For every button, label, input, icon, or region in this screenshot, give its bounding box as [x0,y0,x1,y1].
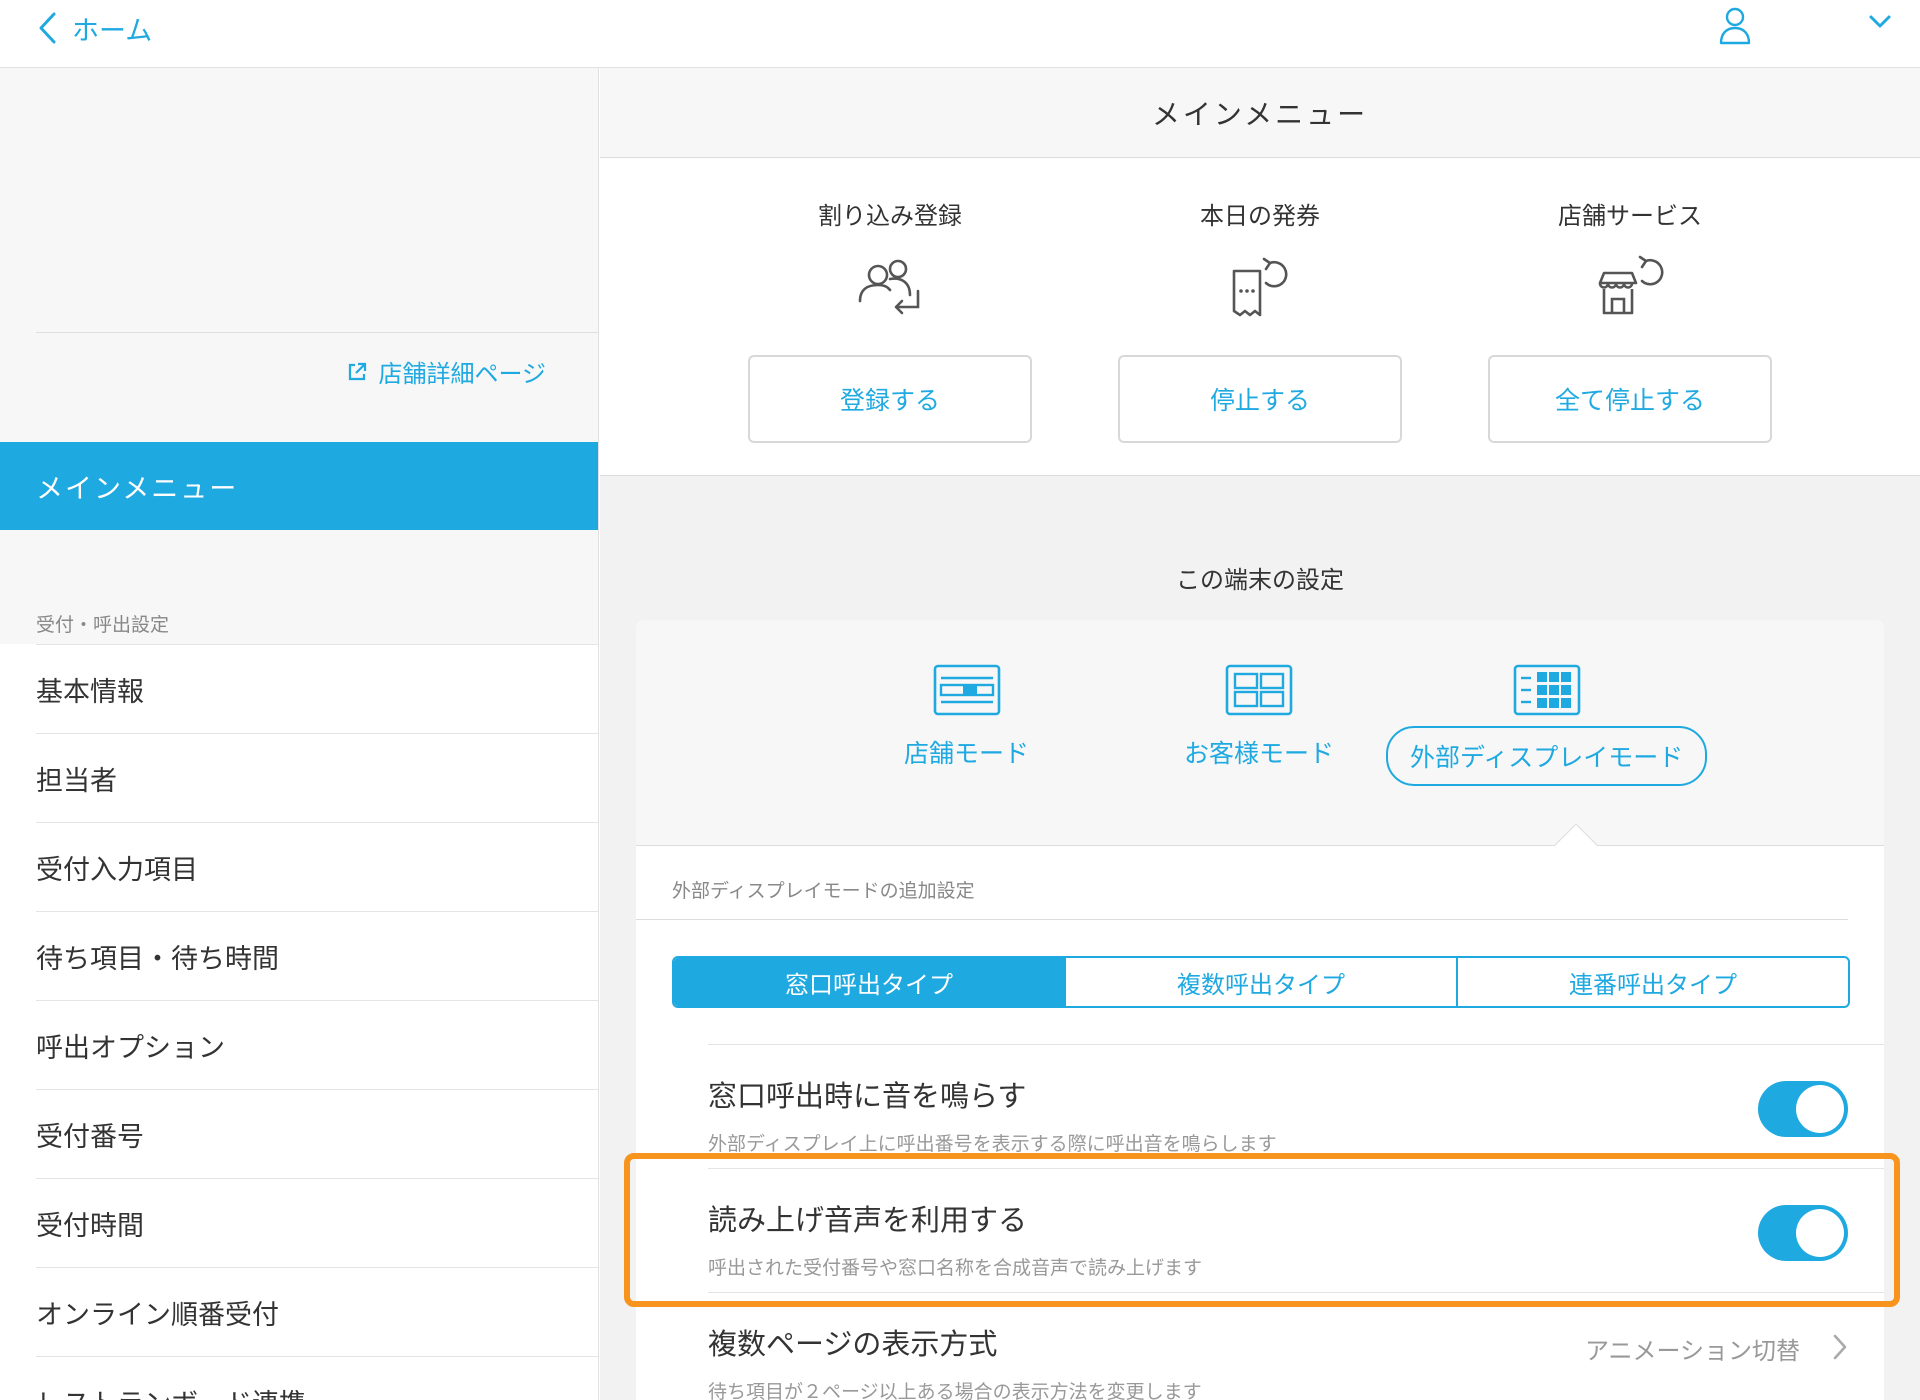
device-settings-title: この端末の設定 [1176,566,1344,594]
sidebar-item[interactable]: レストランボード連携 [36,1356,598,1400]
setting-value: アニメーション切替 [1584,1337,1800,1365]
stop-ticketing-button[interactable]: 停止する [1118,355,1402,443]
chevron-down-icon[interactable] [1868,14,1892,30]
mode-selector: 店舗モード お客様モード 外部ディスプレイモード [636,620,1884,869]
sidebar-section-label: 受付・呼出設定 [36,614,170,636]
setting-desc: 呼出された受付番号や窓口名称を合成音声で読み上げます [708,1257,1203,1279]
chevron-right-icon [1833,1334,1847,1360]
sidebar-item[interactable]: 呼出オプション [36,1000,598,1089]
sidebar-item[interactable]: 受付時間 [36,1178,598,1267]
call-sound-toggle[interactable] [1758,1081,1848,1137]
mode-external-display[interactable]: 外部ディスプレイモード [1386,664,1708,786]
action-ticketing: 本日の発券 停止する [1118,158,1402,443]
user-icon[interactable] [1718,6,1752,46]
register-button[interactable]: 登録する [748,355,1032,443]
stop-all-button[interactable]: 全て停止する [1488,355,1772,443]
sidebar-item[interactable]: 基本情報 [36,644,598,733]
mode-store[interactable]: 店舗モード [904,664,1029,770]
back-label: ホーム [72,15,153,47]
action-title: 割り込み登録 [818,202,962,230]
store-detail-link[interactable]: 店舗詳細ページ [346,354,546,389]
setting-desc: 待ち項目が２ページ以上ある場合の表示方法を変更します [708,1381,1202,1400]
setting-desc: 外部ディスプレイ上に呼出番号を表示する際に呼出音を鳴らします [708,1133,1277,1155]
page-title: メインメニュー [600,68,1920,158]
ticket-refresh-icon [1232,257,1288,317]
voice-readout-toggle[interactable] [1758,1205,1848,1261]
sidebar-item-main-menu[interactable]: メインメニュー [0,442,598,530]
store-mode-icon [933,664,1000,716]
people-swap-icon [858,259,920,315]
sidebar: 店舗詳細ページ メインメニュー 受付・呼出設定 基本情報 担当者 受付入力項目 … [0,68,599,1400]
customer-mode-icon [1225,664,1293,716]
action-interrupt: 割り込み登録 登録する [748,158,1032,443]
segment-sequential-call[interactable]: 連番呼出タイプ [1456,958,1848,1006]
back-button[interactable]: ホーム [38,8,152,48]
call-type-segmented-control: 窓口呼出タイプ 複数呼出タイプ 連番呼出タイプ [672,956,1850,1008]
sidebar-item[interactable]: 担当者 [36,733,598,822]
setting-row-page-display[interactable]: 複数ページの表示方式 待ち項目が２ページ以上ある場合の表示方法を変更します アニ… [708,1292,1884,1400]
action-store-service: 店舗サービス 全て停止する [1488,158,1772,443]
setting-row-call-sound: 窓口呼出時に音を鳴らす 外部ディスプレイ上に呼出番号を表示する際に呼出音を鳴らし… [708,1044,1884,1168]
extra-settings-label: 外部ディスプレイモードの追加設定 [672,880,975,902]
mode-label: お客様モード [1184,739,1335,768]
setting-title: 窓口呼出時に音を鳴らす [708,1079,1027,1113]
sidebar-item[interactable]: 受付入力項目 [36,822,598,911]
mode-label: 店舗モード [904,739,1030,768]
settings-divider [636,919,1848,920]
mode-customer[interactable]: お客様モード [1184,664,1334,770]
mode-label-selected: 外部ディスプレイモード [1386,726,1708,786]
action-title: 店舗サービス [1558,202,1702,230]
sidebar-list: 基本情報 担当者 受付入力項目 待ち項目・待ち時間 呼出オプション 受付番号 受… [0,644,598,1400]
setting-title: 複数ページの表示方式 [708,1327,998,1361]
sidebar-item[interactable]: 受付番号 [36,1089,598,1178]
toggle-knob [1796,1209,1844,1257]
main-menu-panel: 割り込み登録 登録する 本日の発券 停止する 店舗サービス 全て停止する [600,158,1920,476]
top-bar: ホーム [0,0,1920,68]
action-title: 本日の発券 [1200,202,1320,230]
extra-settings-panel: 外部ディスプレイモードの追加設定 窓口呼出タイプ 複数呼出タイプ 連番呼出タイプ… [636,846,1884,1400]
segment-multi-call[interactable]: 複数呼出タイプ [1064,958,1456,1006]
sidebar-item[interactable]: オンライン順番受付 [36,1267,598,1356]
main-content: メインメニュー 割り込み登録 登録する 本日の発券 停止する 店舗サービス 全て… [600,68,1920,1400]
chevron-left-icon [39,12,56,44]
external-display-icon [1513,664,1580,716]
sidebar-divider [36,332,598,333]
store-refresh-icon [1598,255,1664,315]
setting-row-voice-readout: 読み上げ音声を利用する 呼出された受付番号や窓口名称を合成音声で読み上げます [708,1168,1884,1292]
external-link-icon [349,362,367,380]
sidebar-item[interactable]: 待ち項目・待ち時間 [36,911,598,1000]
toggle-knob [1796,1085,1844,1133]
segment-window-call[interactable]: 窓口呼出タイプ [674,958,1064,1006]
setting-title: 読み上げ音声を利用する [708,1203,1028,1237]
store-detail-label: 店舗詳細ページ [378,360,546,388]
